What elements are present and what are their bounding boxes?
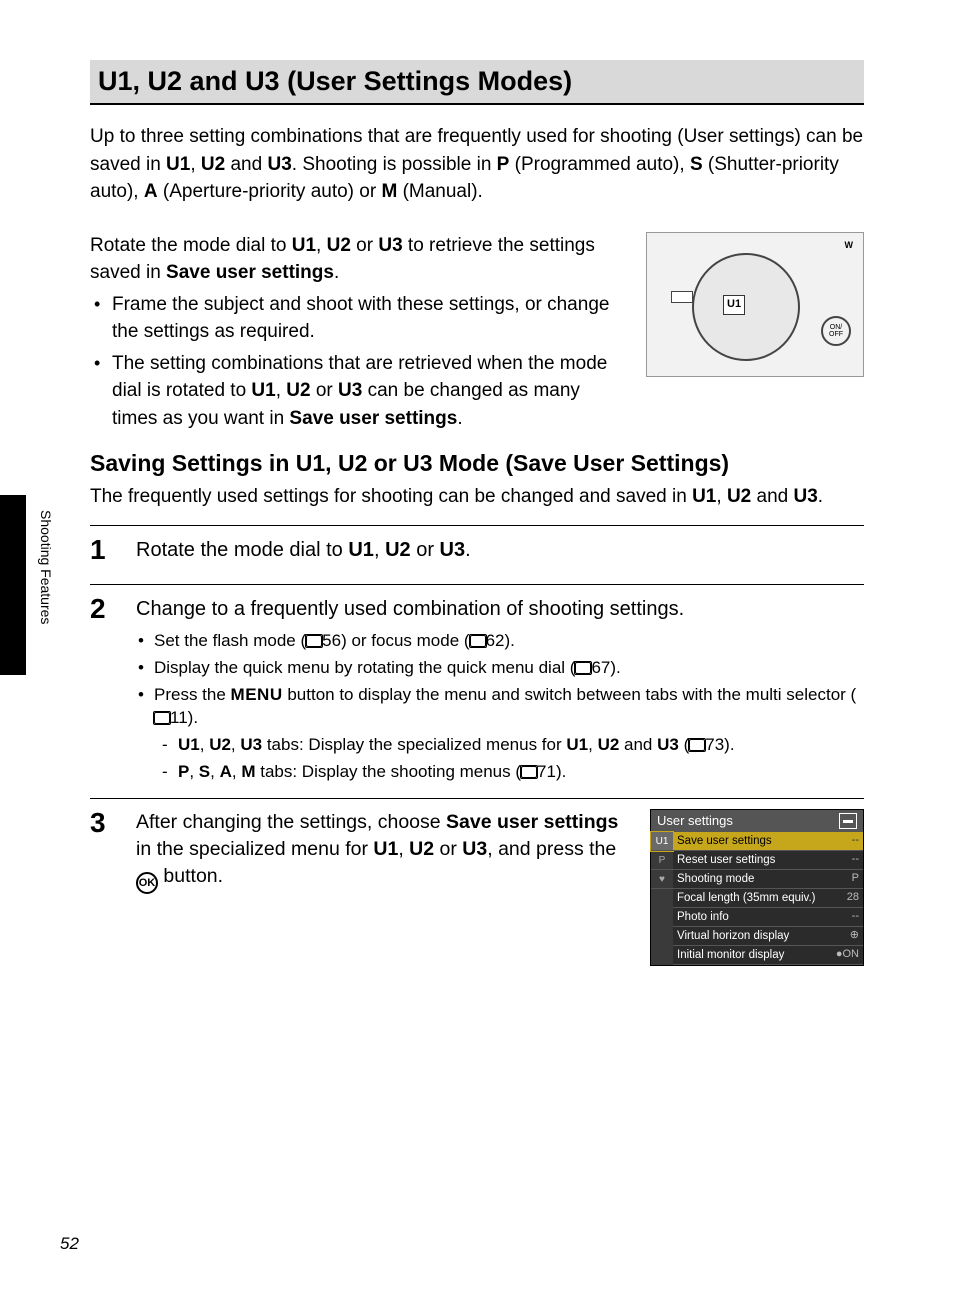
onoff-button-icon: ON/ OFF: [821, 316, 851, 346]
step-2-bullet-3: Press the MENU button to display the men…: [154, 683, 864, 784]
step-number: 3: [90, 809, 118, 966]
menu-row: Virtual horizon display⊕: [673, 927, 863, 946]
menu-row-save: Save user settings--: [673, 832, 863, 851]
ok-button-icon: OK: [136, 872, 158, 894]
step-2-bullet-2: Display the quick menu by rotating the q…: [154, 656, 864, 680]
dial-icon: [692, 253, 800, 361]
step-number: 2: [90, 595, 118, 784]
zoom-w-icon: W: [845, 239, 854, 252]
step-1: 1 Rotate the mode dial to U1, U2 or U3.: [90, 525, 864, 584]
mode-u1: U1: [98, 66, 133, 96]
page-ref-icon: [575, 662, 591, 674]
menu-tabs: U1 P ♥: [651, 832, 673, 965]
menu-tab-p: P: [651, 851, 673, 870]
rotate-bullet-2: The setting combinations that are retrie…: [112, 350, 630, 433]
page-ref-icon: [689, 739, 705, 751]
dial-u1-label: U1: [723, 295, 745, 315]
menu-tab-setup: ♥: [651, 870, 673, 889]
step-3-text: After changing the settings, choose Save…: [136, 809, 634, 966]
menu-screenshot: User settings ▬ U1 P ♥ Save user setting…: [650, 809, 864, 966]
menu-row: Reset user settings--: [673, 851, 863, 870]
rotate-lead: Rotate the mode dial to U1, U2 or U3 to …: [90, 232, 630, 287]
mode-u2: U2: [148, 66, 183, 96]
intro-paragraph: Up to three setting combinations that ar…: [90, 123, 864, 206]
page-content: U1, U2 and U3 (User Settings Modes) Up t…: [0, 0, 954, 1020]
menu-header: User settings ▬: [651, 810, 863, 832]
page-title-bar: U1, U2 and U3 (User Settings Modes): [90, 60, 864, 105]
page-ref-icon: [521, 766, 537, 778]
battery-icon: ▬: [839, 813, 857, 829]
menu-row: Shooting modeP: [673, 870, 863, 889]
mode-dial-illustration: W U1 ON/ OFF: [646, 232, 864, 377]
step-1-text: Rotate the mode dial to U1, U2 or U3.: [136, 536, 864, 564]
step-2: 2 Change to a frequently used combinatio…: [90, 584, 864, 798]
page-number: 52: [60, 1234, 79, 1254]
mode-u3: U3: [245, 66, 280, 96]
menu-title: User settings: [657, 812, 733, 830]
rotate-bullet-1: Frame the subject and shoot with these s…: [112, 291, 630, 346]
page-title: U1, U2 and U3 (User Settings Modes): [98, 66, 572, 96]
step-2-dash-2: P, S, A, M tabs: Display the shooting me…: [178, 760, 864, 784]
dial-pointer-icon: [671, 291, 693, 303]
page-ref-icon: [470, 635, 486, 647]
menu-button-label: MENU: [231, 685, 283, 704]
step-number: 1: [90, 536, 118, 570]
step-2-lead: Change to a frequently used combination …: [136, 595, 864, 623]
rotate-block: Rotate the mode dial to U1, U2 or U3 to …: [90, 232, 864, 433]
page-ref-icon: [306, 635, 322, 647]
step-2-dash-1: U1, U2, U3 tabs: Display the specialized…: [178, 733, 864, 757]
page-ref-icon: [154, 712, 170, 724]
menu-row: Initial monitor display●ON: [673, 946, 863, 965]
menu-row: Focal length (35mm equiv.)28: [673, 889, 863, 908]
subheading-saving: Saving Settings in U1, U2 or U3 Mode (Sa…: [90, 450, 864, 477]
menu-tab-u1: U1: [651, 832, 673, 851]
menu-row: Photo info--: [673, 908, 863, 927]
subintro-text: The frequently used settings for shootin…: [90, 483, 864, 511]
step-3: 3 After changing the settings, choose Sa…: [90, 798, 864, 980]
menu-items: Save user settings-- Reset user settings…: [673, 832, 863, 965]
step-2-bullet-1: Set the flash mode (56) or focus mode (6…: [154, 629, 864, 653]
